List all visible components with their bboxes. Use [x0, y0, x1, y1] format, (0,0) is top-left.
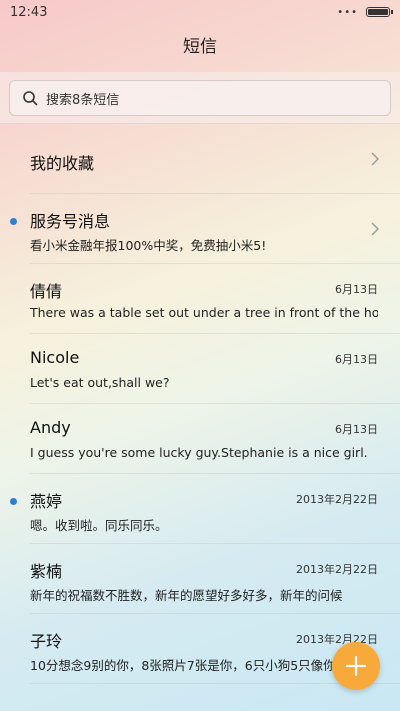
message-date: 2013年2月22日	[296, 563, 378, 576]
contact-name: 燕婷	[30, 492, 63, 511]
service-title: 服务号消息	[30, 212, 111, 231]
message-list: 我的收藏 服务号消息 看小米金融年报100%中奖，免费抽小米5! 倩倩 6月13日…	[0, 124, 400, 684]
unread-dot	[10, 498, 17, 505]
favorites-label: 我的收藏	[30, 154, 95, 173]
unread-dot	[10, 218, 17, 225]
conversation-row[interactable]: Andy 6月13日 I guess you're some lucky guy.S…	[30, 404, 400, 474]
contact-name: 紫楠	[30, 562, 63, 581]
message-preview: I guess you're some lucky guy.Stephanie …	[30, 445, 368, 460]
contact-name: Andy	[30, 418, 71, 437]
battery-level	[368, 9, 388, 15]
chevron-right-icon	[371, 222, 379, 236]
search-input[interactable]: 搜索8条短信	[9, 80, 391, 116]
conversation-row[interactable]: 紫楠 2013年2月22日新年的祝福数不胜数，新年的愿望好多好多，新年的问候	[30, 544, 400, 614]
service-preview: 看小米金融年报100%中奖，免费抽小米5!	[30, 238, 267, 253]
message-preview: 10分想念9别的你，8张照片7张是你，6只小狗5只像你	[30, 658, 336, 673]
message-date: 6月13日	[335, 283, 378, 296]
message-date: 6月13日	[335, 353, 378, 366]
compose-button[interactable]	[332, 642, 380, 690]
message-preview: There was a table set out under a tree i…	[30, 305, 378, 320]
message-date: 2013年2月22日	[296, 493, 378, 506]
status-bar: 12:43 •••	[0, 0, 400, 24]
plus-icon	[345, 655, 367, 677]
page-title: 短信	[183, 37, 217, 57]
conversation-list: 倩倩 6月13日 There was a table set out under a…	[0, 264, 400, 684]
service-row[interactable]: 服务号消息 看小米金融年报100%中奖，免费抽小米5!	[10, 194, 400, 264]
chevron-right-icon	[371, 152, 379, 166]
conversation-row[interactable]: 倩倩 6月13日 There was a table set out under a…	[30, 264, 400, 334]
conversation-row[interactable]: 燕婷 2013年2月22日嗯。收到啦。同乐同乐。	[10, 474, 400, 544]
status-time: 12:43	[10, 4, 48, 20]
message-preview: 嗯。收到啦。同乐同乐。	[30, 518, 168, 533]
status-indicators: •••	[337, 6, 393, 18]
message-date: 6月13日	[335, 423, 378, 436]
contact-name: 倩倩	[30, 282, 63, 301]
contact-name: Nicole	[30, 348, 80, 367]
search-icon	[23, 91, 38, 106]
battery-icon	[366, 7, 393, 17]
message-preview: Let's eat out,shall we?	[30, 375, 170, 390]
favorites-row[interactable]: 我的收藏	[30, 124, 400, 194]
conversation-row[interactable]: Nicole 6月13日 Let's eat out,shall we?	[30, 334, 400, 404]
status-dots: •••	[337, 6, 358, 18]
contact-name: 子玲	[30, 632, 63, 651]
search-bar: 搜索8条短信	[0, 72, 400, 124]
message-preview: 新年的祝福数不胜数，新年的愿望好多好多，新年的问候	[30, 588, 343, 603]
search-placeholder: 搜索8条短信	[46, 92, 120, 108]
